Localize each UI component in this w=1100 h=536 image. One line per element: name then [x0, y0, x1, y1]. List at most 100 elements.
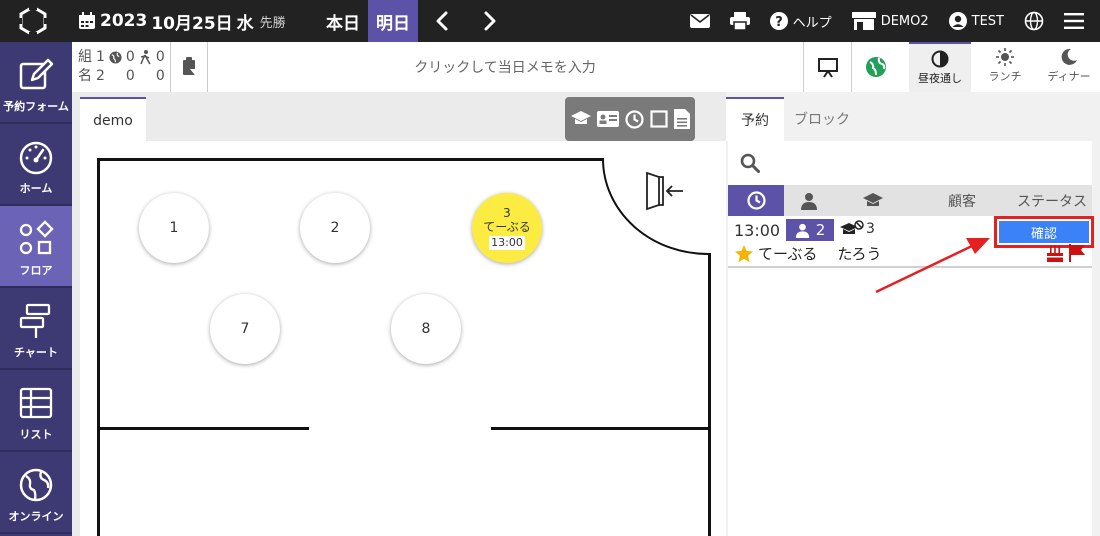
sidebar-item-list[interactable]: リスト [0, 370, 72, 452]
sidebar-item-reservation-form[interactable]: 予約フォーム [0, 42, 72, 124]
entrance-icon [646, 171, 683, 211]
reservation-tags [1046, 244, 1086, 262]
reservation-list: 13:00 2 3 てーぶる たろう 確認 [728, 216, 1094, 536]
moon-icon [1061, 48, 1077, 65]
birthday-cake-icon [1047, 245, 1063, 262]
search-bar[interactable] [728, 141, 1092, 185]
tomorrow-button[interactable]: 明日 [368, 0, 418, 42]
wall [97, 158, 604, 161]
clock-icon[interactable] [624, 109, 644, 129]
memo-icon-button[interactable] [170, 42, 208, 92]
meal-lunch-tab[interactable]: ランチ [974, 42, 1036, 92]
app-logo-icon[interactable] [16, 4, 50, 38]
tab-blocks[interactable]: ブロック [786, 97, 858, 141]
header-actions: ? ヘルプ DEMO2 TEST [689, 0, 1100, 42]
meal-all-day-tab[interactable]: 昼夜通し [909, 42, 971, 92]
daily-memo-input[interactable]: クリックして当日メモを入力 [208, 42, 802, 92]
sidebar-item-label: チャート [14, 346, 58, 359]
display-button[interactable] [803, 42, 851, 92]
customer-column-header[interactable]: 顧客 [912, 185, 1012, 216]
sidebar-item-label: リスト [19, 428, 53, 441]
print-button[interactable] [729, 12, 750, 30]
reservation-time: 13:00 [734, 221, 781, 240]
flag-icon [1069, 244, 1085, 262]
meal-label: ディナー [1047, 70, 1091, 83]
hamburger-icon [1064, 13, 1084, 29]
table-1[interactable]: 1 [139, 193, 209, 263]
table-7[interactable]: 7 [210, 294, 280, 364]
floor-canvas[interactable]: 1 2 3 てーぶる 13:00 7 8 [80, 141, 726, 536]
store-icon [851, 12, 876, 30]
sidebar-item-label: 予約フォーム [3, 100, 69, 113]
table-2[interactable]: 2 [300, 193, 370, 263]
status-column-header[interactable]: ステータス [1012, 185, 1092, 216]
sort-by-pax-button[interactable] [784, 185, 834, 216]
pax-count: 2 [815, 221, 826, 239]
wall [491, 427, 711, 430]
floor-toolbar [565, 97, 695, 141]
people-label: 名 [78, 68, 92, 84]
groups-walkin: 0 [155, 49, 165, 65]
wall [97, 158, 100, 536]
table-number: 3 [503, 206, 511, 220]
sun-icon [996, 48, 1014, 66]
person-icon [801, 192, 817, 210]
sidebar-item-label: ホーム [19, 182, 53, 195]
meal-dinner-tab[interactable]: ディナー [1038, 42, 1100, 92]
svg-text:?: ? [775, 15, 783, 30]
date-display[interactable]: 2023 10月25日 水 先勝 [78, 0, 286, 42]
online-button[interactable] [851, 42, 899, 92]
customer-name: たろう [837, 245, 882, 263]
shop-button[interactable]: DEMO2 [851, 12, 929, 30]
sidebar-item-floor[interactable]: フロア [0, 206, 72, 288]
sort-by-time-button[interactable] [728, 185, 784, 216]
reservation-table-name: てーぶる [758, 245, 818, 263]
table-3[interactable]: 3 てーぶる 13:00 [472, 193, 542, 263]
table-number: 3 [866, 221, 875, 237]
user-menu[interactable]: TEST [948, 12, 1004, 30]
today-button[interactable]: 本日 [320, 0, 366, 42]
sidebar-item-online[interactable]: オンライン [0, 452, 72, 534]
document-icon[interactable] [673, 109, 690, 129]
floor-tab-demo[interactable]: demo [80, 97, 146, 143]
reservation-row[interactable]: 13:00 2 3 てーぶる たろう 確認 [728, 216, 1094, 268]
graduation-cap-icon [863, 192, 883, 206]
help-button[interactable]: ? ヘルプ [769, 12, 832, 31]
reservation-table: 3 [840, 220, 875, 238]
wall [97, 427, 309, 430]
sidebar-item-home[interactable]: ホーム [0, 124, 72, 206]
next-day-icon[interactable] [474, 6, 504, 36]
help-icon: ? [769, 12, 788, 30]
half-moon-icon [931, 50, 949, 68]
globe-icon [1024, 11, 1044, 31]
id-card-icon[interactable] [596, 110, 619, 128]
daily-counts: 組 1 0 0 名 2 0 0 [78, 48, 165, 86]
help-label: ヘルプ [792, 15, 832, 31]
dashboard-icon [19, 141, 53, 175]
hamburger-menu-button[interactable] [1064, 13, 1084, 29]
sidebar-item-chart[interactable]: チャート [0, 288, 72, 370]
edit-icon [19, 58, 54, 90]
table-time: 13:00 [489, 236, 525, 250]
sort-by-table-button[interactable] [834, 185, 912, 216]
people-online: 0 [125, 68, 135, 84]
info-bar: 組 1 0 0 名 2 0 0 クリックして当日メモを入力 昼夜通し ランチ デ… [72, 42, 1100, 93]
people-total: 2 [96, 68, 105, 84]
weekday: 水 [236, 13, 254, 34]
sidebar-item-label: オンライン [8, 510, 64, 523]
user-label: TEST [971, 13, 1004, 29]
table-8[interactable]: 8 [391, 294, 461, 364]
status-confirm-button[interactable]: 確認 [999, 221, 1089, 243]
list-icon [19, 387, 53, 419]
square-icon[interactable] [649, 110, 668, 128]
globe-icon [109, 51, 122, 64]
shop-label: DEMO2 [880, 13, 929, 29]
globe-icon [19, 468, 53, 502]
graduation-cap-icon[interactable] [570, 110, 591, 128]
tab-reservations[interactable]: 予約 [726, 97, 784, 141]
prev-day-icon[interactable] [428, 6, 458, 36]
language-button[interactable] [1024, 11, 1044, 31]
floor-area: demo 1 2 3 てーぶる 13:00 7 8 [72, 92, 726, 536]
search-icon [740, 153, 760, 173]
mail-button[interactable] [689, 13, 710, 29]
